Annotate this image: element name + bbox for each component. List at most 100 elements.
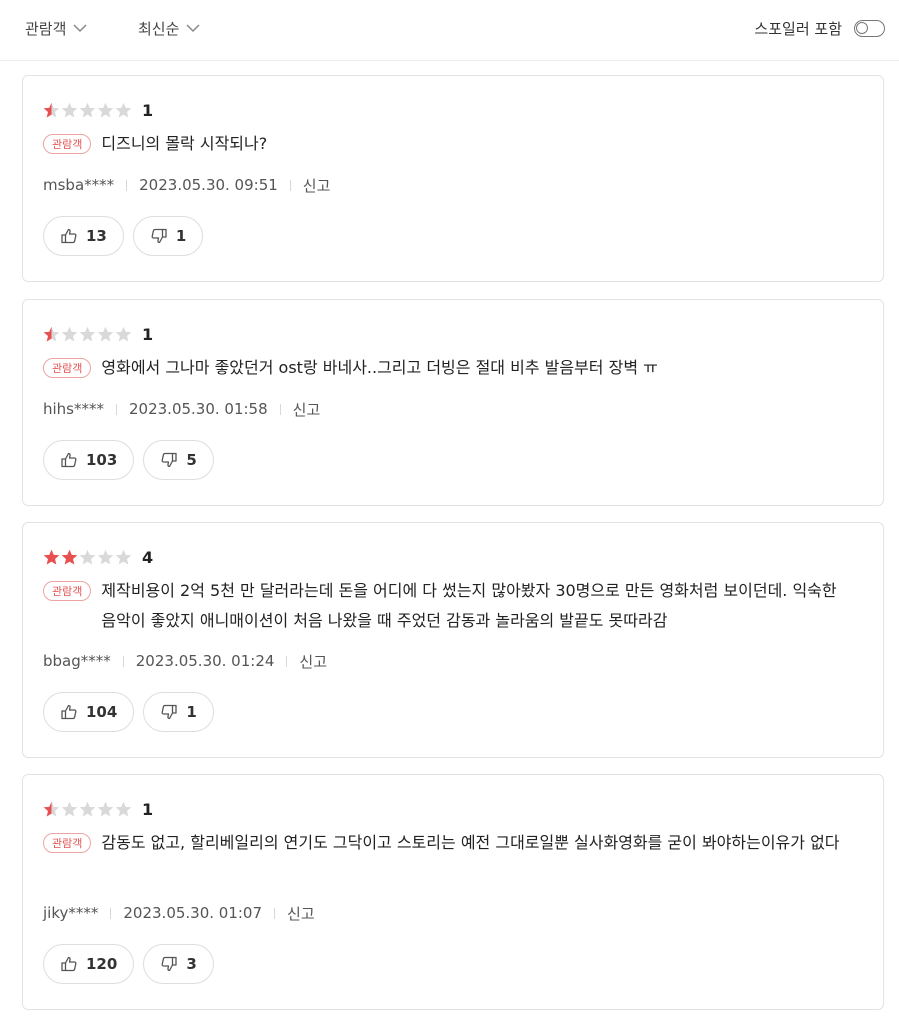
thumbs-down-icon [151, 228, 167, 244]
star-icon [61, 102, 78, 117]
author-id: msba**** [43, 176, 115, 194]
thumbs-up-icon [61, 956, 77, 972]
rating-score: 1 [142, 799, 154, 819]
thumbs-up-icon [61, 704, 77, 720]
star-icon [61, 326, 78, 341]
report-link[interactable]: 신고 [293, 399, 321, 420]
divider [126, 179, 128, 191]
like-button[interactable]: 120 [43, 944, 135, 984]
review-content: 관람객 디즈니의 몰락 시작되나? [43, 132, 863, 159]
star-icon [79, 549, 96, 564]
author-id: hihs**** [43, 400, 104, 418]
review-text: 감동도 없고, 할리베일리의 연기도 그닥이고 스토리는 예전 그대로일뿐 실사… [101, 833, 840, 852]
sort-order-label: 최신순 [138, 19, 180, 38]
sort-order-dropdown[interactable]: 최신순 [138, 16, 201, 40]
review-date: 2023.05.30. 09:51 [139, 176, 278, 194]
spoiler-toggle[interactable] [854, 19, 885, 37]
audience-badge: 관람객 [43, 581, 92, 601]
review-text: 제작비용이 2억 5천 만 달러라는데 돈을 어디에 다 썼는지 많아봤자 30… [101, 581, 837, 630]
star-icon [61, 549, 78, 564]
review-meta: jiky**** 2023.05.30. 01:07 신고 [43, 903, 315, 923]
dislike-button[interactable]: 5 [143, 440, 214, 480]
star-rating [43, 549, 132, 566]
review-text: 디즈니의 몰락 시작되나? [101, 134, 268, 153]
rating-row: 1 [43, 100, 153, 120]
like-count: 120 [86, 955, 118, 973]
dislike-count: 3 [186, 955, 197, 973]
thumbs-down-icon [161, 704, 177, 720]
report-link[interactable]: 신고 [303, 175, 331, 196]
report-link[interactable]: 신고 [299, 651, 327, 672]
like-count: 103 [86, 451, 118, 469]
dislike-button[interactable]: 1 [132, 216, 204, 256]
star-icon [43, 801, 60, 816]
spoiler-label: 스포일러 포함 [754, 19, 842, 38]
rating-row: 1 [43, 799, 153, 819]
star-icon [43, 326, 60, 341]
dislike-count: 5 [186, 451, 197, 469]
rating-score: 4 [142, 547, 154, 567]
audience-filter-label: 관람객 [25, 19, 67, 38]
dislike-count: 1 [186, 703, 197, 721]
toggle-knob [856, 21, 868, 34]
divider [116, 403, 117, 415]
report-link[interactable]: 신고 [287, 903, 315, 924]
star-icon [61, 801, 78, 816]
review-card: 1 관람객 영화에서 그나마 좋았던거 ost랑 바네사..그리고 더빙은 절대… [22, 299, 884, 506]
star-icon [79, 102, 96, 117]
like-button[interactable]: 104 [43, 692, 135, 732]
star-icon [115, 102, 132, 117]
vote-row: 104 1 [43, 692, 214, 732]
dislike-button[interactable]: 1 [143, 692, 214, 732]
thumbs-down-icon [161, 956, 177, 972]
thumbs-up-icon [61, 452, 77, 468]
like-button[interactable]: 103 [43, 440, 135, 480]
rating-row: 1 [43, 324, 153, 344]
author-id: bbag**** [43, 652, 111, 670]
dislike-count: 1 [175, 227, 187, 245]
audience-filter-dropdown[interactable]: 관람객 [25, 16, 88, 40]
review-content: 관람객 감동도 없고, 할리베일리의 연기도 그닥이고 스토리는 예전 그대로일… [43, 831, 863, 858]
star-icon [43, 102, 60, 117]
rating-row: 4 [43, 547, 153, 567]
spoiler-filter: 스포일러 포함 [754, 16, 885, 40]
star-rating [43, 102, 132, 119]
review-card: 1 관람객 감동도 없고, 할리베일리의 연기도 그닥이고 스토리는 예전 그대… [22, 774, 884, 1010]
author-id: jiky**** [43, 904, 99, 922]
star-rating [43, 801, 132, 818]
star-icon [79, 801, 96, 816]
review-meta: bbag**** 2023.05.30. 01:24 신고 [43, 651, 327, 671]
dislike-button[interactable]: 3 [143, 944, 214, 984]
divider [110, 907, 112, 919]
divider [274, 907, 276, 919]
review-meta: hihs**** 2023.05.30. 01:58 신고 [43, 399, 320, 419]
review-card: 1 관람객 디즈니의 몰락 시작되나? msba**** 2023.05.30.… [22, 75, 884, 282]
vote-row: 13 1 [43, 216, 204, 256]
audience-badge: 관람객 [43, 833, 92, 853]
vote-row: 103 5 [43, 440, 214, 480]
star-icon [43, 549, 60, 564]
like-button[interactable]: 13 [43, 216, 124, 256]
star-icon [97, 102, 114, 117]
star-icon [79, 326, 96, 341]
star-icon [115, 801, 132, 816]
star-icon [97, 326, 114, 341]
like-count: 104 [86, 703, 118, 721]
review-card: 4 관람객 제작비용이 2억 5천 만 달러라는데 돈을 어디에 다 썼는지 많… [22, 522, 884, 758]
star-icon [97, 801, 114, 816]
star-icon [115, 549, 132, 564]
thumbs-up-icon [61, 228, 77, 244]
review-meta: msba**** 2023.05.30. 09:51 신고 [43, 175, 330, 195]
vote-row: 120 3 [43, 944, 214, 984]
review-date: 2023.05.30. 01:24 [135, 652, 275, 670]
thumbs-down-icon [161, 452, 177, 468]
chevron-down-icon [186, 24, 200, 33]
rating-score: 1 [142, 100, 154, 120]
star-icon [115, 326, 132, 341]
like-count: 13 [86, 227, 107, 245]
audience-badge: 관람객 [43, 134, 92, 154]
review-date: 2023.05.30. 01:58 [129, 400, 268, 418]
divider [286, 655, 288, 667]
divider [289, 179, 291, 191]
filter-bar: 관람객 최신순 스포일러 포함 [0, 0, 899, 61]
